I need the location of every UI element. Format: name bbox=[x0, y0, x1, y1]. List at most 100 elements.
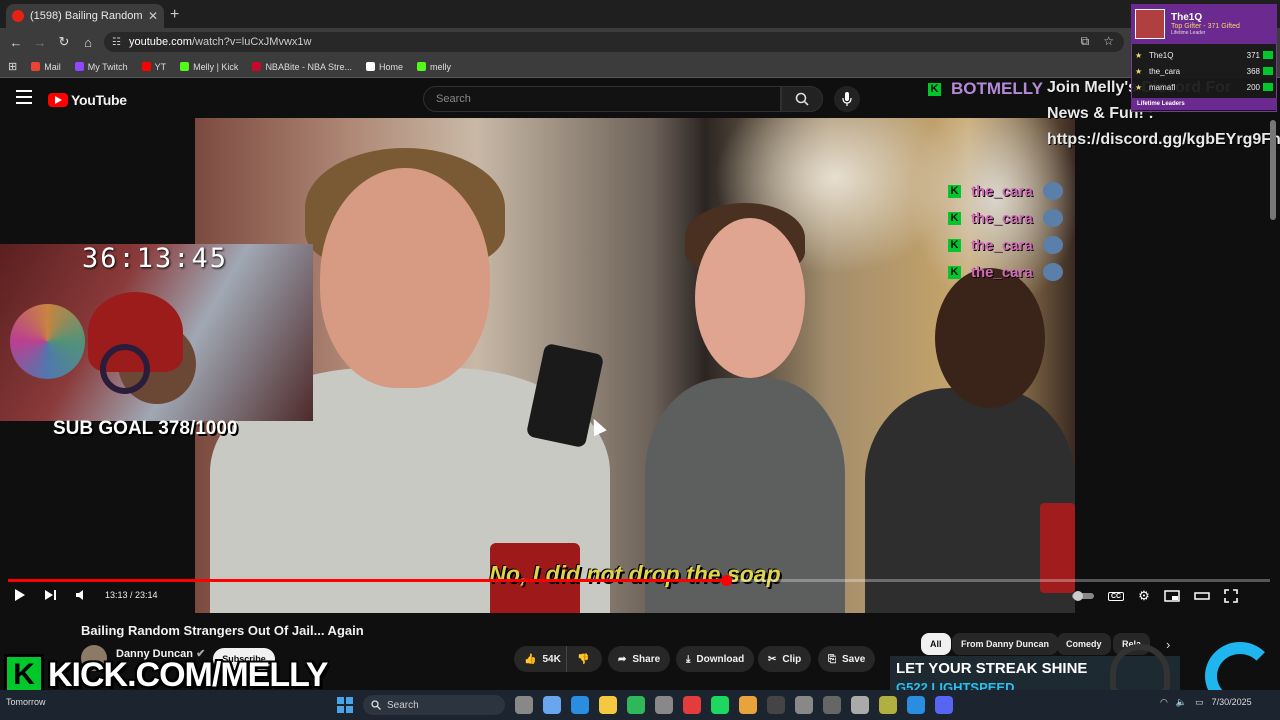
taskbar-app-icon[interactable] bbox=[711, 696, 729, 714]
taskbar-app-icon[interactable] bbox=[627, 696, 645, 714]
chat-username: the_cara bbox=[971, 263, 1033, 281]
bookmark-nbabite[interactable]: NBABite - NBA Stre... bbox=[252, 62, 352, 72]
reload-icon[interactable]: ↻ bbox=[52, 34, 76, 50]
leaderboard-row: ★ mamafl 200 bbox=[1135, 80, 1273, 94]
clip-button[interactable]: ✂ Clip bbox=[758, 646, 812, 672]
taskbar-app-icon[interactable] bbox=[571, 696, 589, 714]
download-button[interactable]: ⤓ Download bbox=[676, 646, 755, 672]
windows-start-icon[interactable] bbox=[337, 697, 353, 713]
chip-all[interactable]: All bbox=[921, 633, 951, 655]
url-domain: youtube.com bbox=[128, 36, 192, 48]
top-gifter-name: The1Q bbox=[1171, 12, 1203, 23]
video-player[interactable]: No, I did not drop the soap bbox=[195, 118, 1075, 613]
search-button[interactable] bbox=[781, 86, 823, 112]
star-icon: ★ bbox=[1135, 50, 1143, 60]
autoplay-toggle-icon[interactable] bbox=[1072, 591, 1094, 601]
youtube-play-icon bbox=[48, 93, 68, 107]
taskbar-app-icon[interactable] bbox=[683, 696, 701, 714]
chat-emote-icon bbox=[1042, 263, 1063, 281]
star-icon: ★ bbox=[1135, 82, 1143, 92]
sub-goal-text: SUB GOAL 378/1000 bbox=[53, 418, 238, 439]
bookmark-melly[interactable]: melly bbox=[416, 62, 451, 72]
dislike-button[interactable]: 👎 bbox=[566, 646, 602, 672]
url-path: /watch?v=luCxJMvwx1w bbox=[191, 36, 312, 48]
youtube-favicon-icon bbox=[12, 10, 24, 22]
apps-grid-icon[interactable]: ⊞ bbox=[8, 60, 17, 73]
bookmark-star-icon[interactable]: ☆ bbox=[1103, 34, 1114, 49]
system-tray: ◠ 🔈 ▭ 7/30/2025 bbox=[1160, 697, 1252, 708]
bookmark-home[interactable]: Home bbox=[365, 62, 403, 72]
site-info-icon[interactable]: ☷ bbox=[112, 37, 121, 48]
stream-timer: 36:13:45 bbox=[82, 243, 229, 274]
bookmark-my-twitch[interactable]: My Twitch bbox=[74, 62, 128, 72]
settings-gear-icon[interactable]: ⚙ bbox=[1138, 588, 1150, 604]
taskbar-app-icon[interactable] bbox=[851, 696, 869, 714]
taskbar-app-icon[interactable] bbox=[935, 696, 953, 714]
speaker-icon[interactable]: 🔈 bbox=[1176, 697, 1187, 708]
menu-icon[interactable] bbox=[16, 90, 32, 104]
home-icon[interactable]: ⌂ bbox=[76, 35, 100, 50]
top-gifter-title: Top Gifter - 371 Gifted bbox=[1171, 23, 1240, 30]
bookmark-melly-kick[interactable]: Melly | Kick bbox=[180, 62, 238, 72]
chip-comedy[interactable]: Comedy bbox=[1057, 633, 1111, 655]
progress-scrubber[interactable] bbox=[721, 575, 732, 586]
taskbar-app-icon[interactable] bbox=[767, 696, 785, 714]
leaderboard-top-gifter: The1Q Top Gifter - 371 Gifted Lifetime L… bbox=[1131, 4, 1277, 44]
close-tab-icon[interactable]: ✕ bbox=[148, 9, 158, 23]
kick-icon bbox=[180, 62, 190, 71]
search-input[interactable]: Search bbox=[423, 86, 781, 112]
miniplayer-icon[interactable] bbox=[1164, 590, 1180, 602]
chat-line: K the_cara bbox=[948, 263, 1063, 281]
video-subtitle: No, I did not drop the soap bbox=[489, 561, 781, 587]
taskbar-app-icon[interactable] bbox=[795, 696, 813, 714]
page-scrollbar[interactable] bbox=[1270, 120, 1276, 220]
video-person bbox=[695, 218, 805, 378]
chat-emote-icon bbox=[1042, 209, 1063, 227]
bookmark-yt[interactable]: YT bbox=[141, 62, 166, 72]
taskbar-app-icon[interactable] bbox=[739, 696, 757, 714]
back-icon[interactable]: ← bbox=[4, 35, 28, 50]
player-controls-left: 13:13 / 23:14 bbox=[14, 588, 158, 602]
youtube-logo[interactable]: YouTube bbox=[48, 92, 127, 108]
fullscreen-icon[interactable] bbox=[1223, 589, 1238, 603]
taskbar-app-icon[interactable] bbox=[543, 696, 561, 714]
chip-from-channel[interactable]: From Danny Duncan bbox=[952, 633, 1059, 655]
volume-icon[interactable] bbox=[75, 589, 87, 601]
save-button[interactable]: ⎘ Save bbox=[818, 646, 876, 672]
search-icon bbox=[371, 700, 381, 710]
share-button[interactable]: ➦ Share bbox=[608, 646, 671, 672]
leaderboard-row: ★ the_cara 368 bbox=[1135, 64, 1273, 78]
taskbar-app-icon[interactable] bbox=[879, 696, 897, 714]
chat-line: K the_cara bbox=[948, 209, 1063, 227]
network-icon[interactable]: ◠ bbox=[1160, 697, 1168, 708]
next-icon[interactable] bbox=[44, 589, 57, 601]
play-icon[interactable] bbox=[14, 588, 26, 602]
theater-mode-icon[interactable] bbox=[1194, 591, 1210, 601]
new-tab-icon[interactable]: + bbox=[170, 6, 179, 24]
chat-username: the_cara bbox=[971, 209, 1033, 227]
clock-date[interactable]: 7/30/2025 bbox=[1212, 697, 1252, 708]
chevron-right-icon[interactable]: › bbox=[1166, 637, 1170, 652]
taskbar-app-icon[interactable] bbox=[515, 696, 533, 714]
microphone-icon bbox=[842, 92, 852, 106]
address-bar[interactable]: ☷ youtube.com/watch?v=luCxJMvwx1w ⧉ ☆ bbox=[104, 32, 1124, 52]
battery-icon[interactable]: ▭ bbox=[1195, 697, 1204, 708]
taskbar-app-icon[interactable] bbox=[599, 696, 617, 714]
weather-widget[interactable]: Tomorrow bbox=[6, 697, 46, 707]
taskbar-search[interactable]: Search bbox=[363, 695, 505, 715]
chat-line: K the_cara bbox=[948, 182, 1063, 200]
taskbar-app-icon[interactable] bbox=[823, 696, 841, 714]
kick-badge-icon bbox=[1263, 51, 1273, 59]
browser-tab[interactable]: (1598) Bailing Random Strange ✕ bbox=[6, 4, 164, 28]
taskbar-app-icon[interactable] bbox=[655, 696, 673, 714]
captions-icon[interactable]: CC bbox=[1108, 591, 1125, 601]
video-person bbox=[320, 168, 490, 388]
bookmark-mail[interactable]: Mail bbox=[31, 62, 61, 72]
time-display: 13:13 / 23:14 bbox=[105, 590, 158, 600]
forward-icon[interactable]: → bbox=[28, 35, 52, 50]
install-app-icon[interactable]: ⧉ bbox=[1081, 34, 1090, 49]
kick-url-text: KICK.COM/MELLY bbox=[48, 655, 328, 694]
avatar bbox=[1135, 9, 1165, 39]
taskbar-app-icon[interactable] bbox=[907, 696, 925, 714]
voice-search-button[interactable] bbox=[834, 86, 860, 112]
